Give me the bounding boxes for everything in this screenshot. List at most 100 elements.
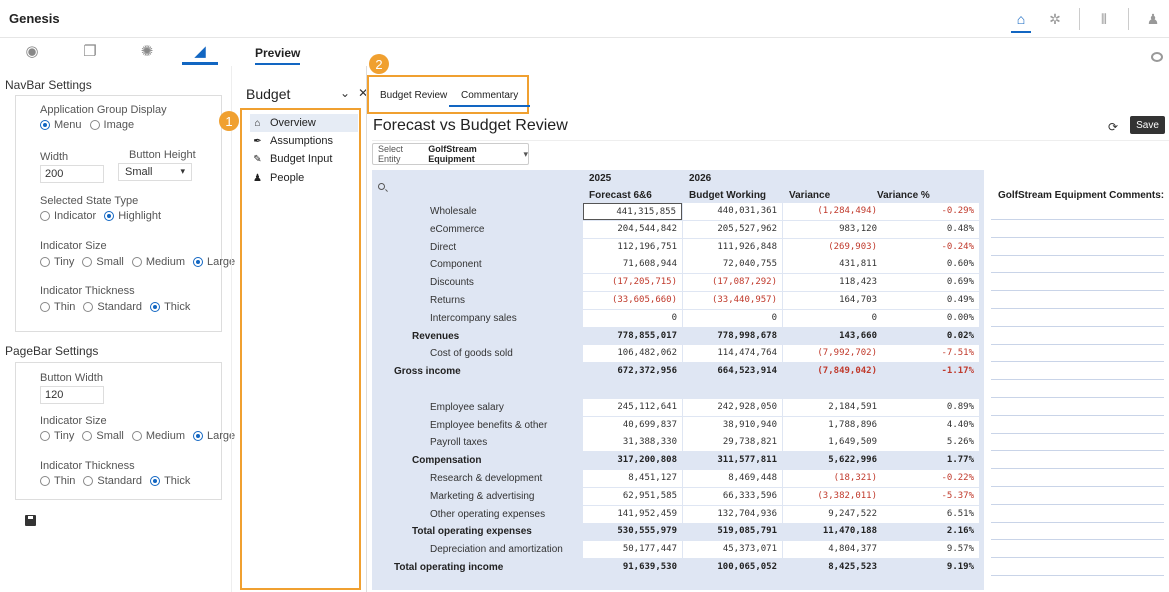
tab-commentary[interactable]: Commentary — [448, 90, 531, 107]
table-cell[interactable]: 317,200,808 — [583, 452, 682, 469]
table-cell[interactable]: 38,910,940 — [683, 416, 782, 434]
eye-icon[interactable] — [1151, 52, 1163, 62]
table-cell[interactable]: 11,470,188 — [783, 523, 882, 540]
radio-large[interactable] — [193, 431, 204, 441]
table-cell[interactable]: 0 — [583, 309, 682, 327]
comment-cell[interactable] — [991, 272, 1164, 274]
preview-tab[interactable]: Preview — [255, 46, 301, 65]
table-cell[interactable]: 0.49% — [877, 292, 979, 309]
comment-cell[interactable] — [991, 325, 1164, 327]
comment-cell[interactable] — [991, 219, 1164, 220]
search-icon[interactable] — [378, 183, 385, 190]
table-cell[interactable]: 143,660 — [783, 328, 882, 345]
comment-cell[interactable] — [991, 343, 1164, 345]
table-cell[interactable]: 2,184,591 — [783, 398, 882, 416]
table-cell[interactable] — [583, 381, 682, 398]
table-cell[interactable]: 106,482,062 — [583, 345, 682, 363]
comment-cell[interactable] — [991, 308, 1164, 309]
table-cell[interactable]: 672,372,956 — [583, 363, 682, 380]
comment-cell[interactable] — [991, 290, 1164, 292]
table-cell[interactable]: 983,120 — [783, 220, 882, 238]
refresh-icon[interactable]: ⟳ — [1108, 120, 1118, 134]
table-cell[interactable]: 8,469,448 — [683, 470, 782, 487]
table-cell[interactable]: 66,333,596 — [683, 487, 782, 505]
table-cell[interactable]: 50,177,447 — [583, 541, 682, 559]
table-cell[interactable]: 0.69% — [877, 274, 979, 292]
comment-cell[interactable] — [991, 414, 1164, 416]
table-cell[interactable]: 242,928,050 — [683, 398, 782, 416]
table-cell[interactable]: -1.17% — [877, 363, 979, 380]
save-disk-icon[interactable] — [25, 515, 36, 526]
table-cell[interactable]: 519,085,791 — [683, 523, 782, 540]
width-input[interactable]: 200 — [40, 165, 104, 183]
radio-standard[interactable] — [83, 302, 94, 312]
comment-cell[interactable] — [991, 468, 1164, 470]
table-cell[interactable]: 1.77% — [877, 452, 979, 469]
comment-cell[interactable] — [991, 557, 1164, 559]
comment-cell[interactable] — [991, 450, 1164, 452]
table-cell[interactable]: 440,031,361 — [683, 203, 782, 220]
table-cell[interactable]: (7,992,702) — [783, 345, 882, 363]
nav-item-overview[interactable]: ⌂ Overview — [250, 114, 358, 132]
nav-item-assumptions[interactable]: ✒ Assumptions — [250, 132, 358, 150]
radio-large[interactable] — [193, 257, 204, 267]
chevron-down-icon[interactable]: ⌄ — [340, 86, 350, 100]
table-cell[interactable]: 62,951,585 — [583, 487, 682, 505]
nav-item-people[interactable]: ♟ People — [250, 169, 358, 187]
table-cell[interactable]: (17,087,292) — [683, 274, 782, 292]
table-cell[interactable]: 6.51% — [877, 505, 979, 523]
comment-cell[interactable] — [991, 432, 1164, 434]
comment-cell[interactable] — [991, 397, 1164, 398]
comment-cell[interactable] — [991, 379, 1164, 381]
radio-medium[interactable] — [131, 431, 142, 441]
table-cell[interactable]: 0.89% — [877, 398, 979, 416]
table-cell[interactable]: 141,952,459 — [583, 505, 682, 523]
table-cell[interactable]: 778,855,017 — [583, 328, 682, 345]
table-cell[interactable] — [783, 381, 882, 398]
table-cell[interactable]: 664,523,914 — [683, 363, 782, 380]
table-cell[interactable]: 2.16% — [877, 523, 979, 540]
table-cell[interactable]: 31,388,330 — [583, 434, 682, 452]
table-cell[interactable]: (1,284,494) — [783, 203, 882, 220]
table-cell[interactable]: 9.19% — [877, 559, 979, 576]
radio-small[interactable] — [82, 257, 93, 267]
button-width-input[interactable]: 120 — [40, 386, 104, 404]
table-cell[interactable]: -0.29% — [877, 203, 979, 220]
radio-thin[interactable] — [40, 476, 50, 486]
comment-cell[interactable] — [991, 521, 1164, 523]
table-cell[interactable]: 0.60% — [877, 256, 979, 274]
table-cell[interactable]: (269,903) — [783, 238, 882, 256]
table-cell[interactable]: 5,622,996 — [783, 452, 882, 469]
table-cell[interactable]: 9,247,522 — [783, 505, 882, 523]
table-cell[interactable]: 45,373,071 — [683, 541, 782, 559]
table-cell[interactable]: 0 — [783, 309, 882, 327]
table-cell[interactable]: 1,788,896 — [783, 416, 882, 434]
table-cell[interactable]: 91,639,530 — [583, 559, 682, 576]
table-cell[interactable]: 4,804,377 — [783, 541, 882, 559]
table-cell[interactable]: 530,555,979 — [583, 523, 682, 540]
table-cell[interactable]: 100,065,052 — [683, 559, 782, 576]
comment-cell[interactable] — [991, 503, 1164, 505]
radio-thick[interactable] — [150, 476, 161, 486]
table-cell[interactable]: 5.26% — [877, 434, 979, 452]
comment-cell[interactable] — [991, 361, 1164, 363]
pages-icon[interactable]: ❐ — [78, 40, 102, 62]
table-cell[interactable]: (33,440,957) — [683, 292, 782, 309]
table-cell[interactable]: 8,425,523 — [783, 559, 882, 576]
table-cell[interactable]: 204,544,842 — [583, 220, 682, 238]
table-cell[interactable]: 132,704,936 — [683, 505, 782, 523]
table-cell[interactable]: 114,474,764 — [683, 345, 782, 363]
table-cell[interactable]: -7.51% — [877, 345, 979, 363]
user-icon[interactable]: ♟ — [1143, 9, 1163, 29]
radio-tiny[interactable] — [40, 257, 50, 267]
table-cell[interactable] — [683, 381, 782, 398]
table-cell[interactable]: -5.37% — [877, 487, 979, 505]
radio-thin[interactable] — [40, 302, 50, 312]
radio-medium[interactable] — [131, 257, 142, 267]
radio-highlight[interactable] — [104, 211, 115, 221]
table-cell[interactable]: 29,738,821 — [683, 434, 782, 452]
table-cell[interactable]: 0.48% — [877, 220, 979, 238]
table-cell[interactable]: 111,926,848 — [683, 238, 782, 256]
table-cell[interactable]: 4.40% — [877, 416, 979, 434]
table-cell[interactable]: (3,382,011) — [783, 487, 882, 505]
